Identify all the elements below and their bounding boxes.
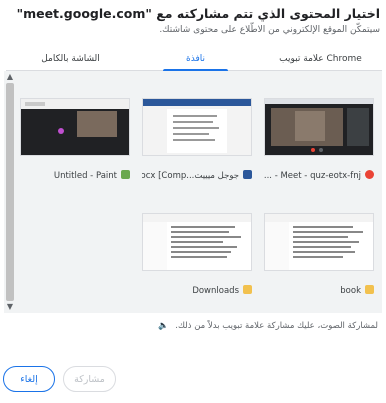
audio-note: لمشاركة الصوت، عليك مشاركة علامة تبويب ب… (158, 321, 378, 331)
chrome-icon (365, 170, 374, 179)
scroll-up-icon[interactable]: ▲ (6, 72, 14, 82)
share-button[interactable]: مشاركة (63, 366, 116, 392)
window-label: جوجل ميييت...docx [Comp (142, 170, 252, 181)
window-thumbnail (20, 98, 130, 156)
scroll-down-icon[interactable]: ▼ (6, 302, 14, 312)
window-thumbnail (264, 213, 374, 271)
scrollbar[interactable]: ▲ ▼ (4, 71, 16, 313)
folder-icon (365, 285, 374, 294)
audio-note-text: لمشاركة الصوت، عليك مشاركة علامة تبويب ب… (175, 321, 378, 331)
window-label: G... - Meet - quz-eotx-fnj (264, 170, 374, 181)
window-label: book (264, 285, 374, 296)
window-thumbnail (142, 213, 252, 271)
window-source-word[interactable]: جوجل ميييت...docx [Comp (142, 98, 252, 181)
dialog-subtitle: سيتمكّن الموقع الإلكتروني من الاطّلاع عل… (159, 25, 380, 35)
source-tabs: علامة تبويب Chrome نافذة الشاشة بالكامل (6, 50, 382, 71)
scroll-thumb[interactable] (6, 83, 14, 301)
folder-icon (243, 285, 252, 294)
speaker-icon: 🔈 (157, 321, 169, 331)
word-icon (243, 170, 252, 179)
cancel-button[interactable]: إلغاء (3, 366, 55, 392)
tab-entire-screen[interactable]: الشاشة بالكامل (8, 50, 133, 70)
window-label: Downloads (142, 285, 252, 296)
window-source-meet[interactable]: G... - Meet - quz-eotx-fnj (264, 98, 374, 181)
window-label: Untitled - Paint (20, 170, 130, 181)
window-thumbnail (142, 98, 252, 156)
window-thumbnail (264, 98, 374, 156)
window-grid: ▲ ▼ G... - Meet - quz-eotx-fnj جوجل مييي… (4, 71, 382, 313)
paint-icon (121, 170, 130, 179)
tab-window[interactable]: نافذة (133, 50, 258, 71)
window-source-book[interactable]: book (264, 213, 374, 296)
window-source-downloads[interactable]: Downloads (142, 213, 252, 296)
tab-chrome-tab[interactable]: علامة تبويب Chrome (258, 50, 383, 70)
dialog-title: اختيار المحتوى الذي تتم مشاركته مع "meet… (16, 6, 380, 21)
window-source-paint[interactable]: Untitled - Paint (20, 98, 130, 181)
